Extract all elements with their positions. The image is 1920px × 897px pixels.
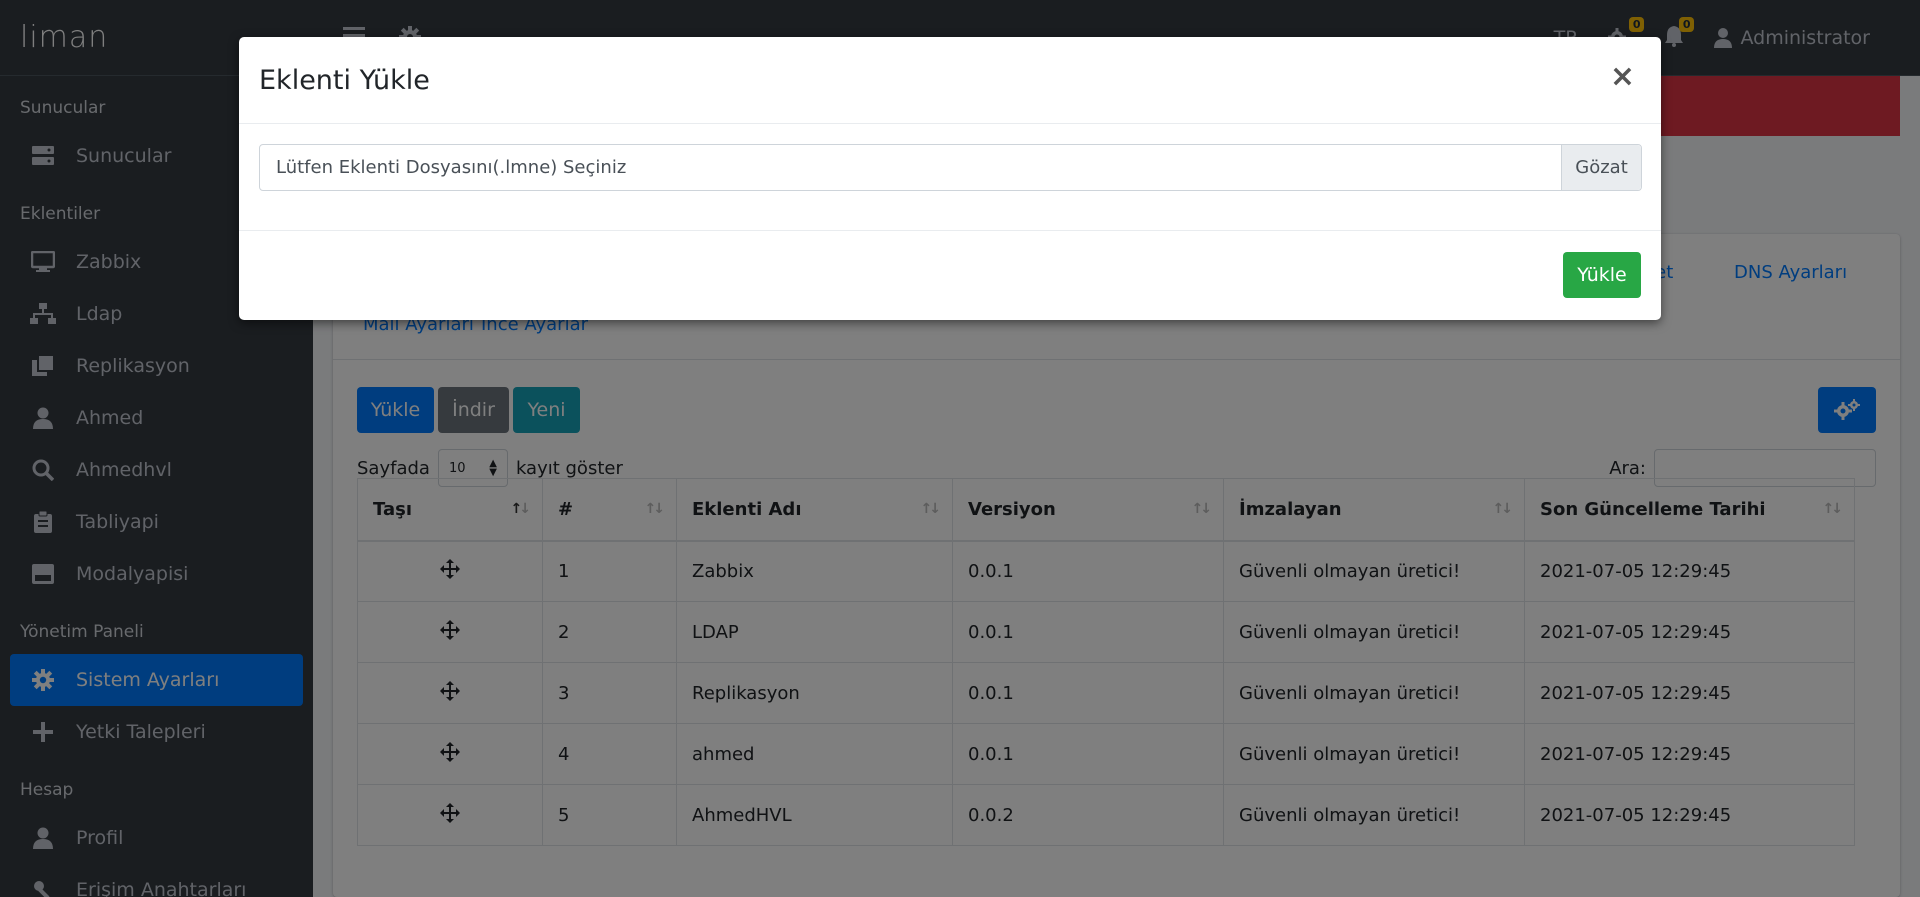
modal-body: Lütfen Eklenti Dosyasını(.lmne) Seçiniz … (239, 124, 1661, 231)
upload-button[interactable]: Yükle (1563, 252, 1641, 298)
modal-header: Eklenti Yükle × (239, 37, 1661, 124)
file-input[interactable]: Lütfen Eklenti Dosyasını(.lmne) Seçiniz … (259, 144, 1642, 191)
modal-footer: Yükle (239, 231, 1661, 319)
upload-extension-modal: Eklenti Yükle × Lütfen Eklenti Dosyasını… (239, 37, 1661, 320)
close-button[interactable]: × (1610, 59, 1635, 94)
modal-title: Eklenti Yükle (259, 64, 430, 96)
file-input-label: Lütfen Eklenti Dosyasını(.lmne) Seçiniz (276, 157, 627, 178)
browse-button[interactable]: Gözat (1561, 145, 1641, 190)
